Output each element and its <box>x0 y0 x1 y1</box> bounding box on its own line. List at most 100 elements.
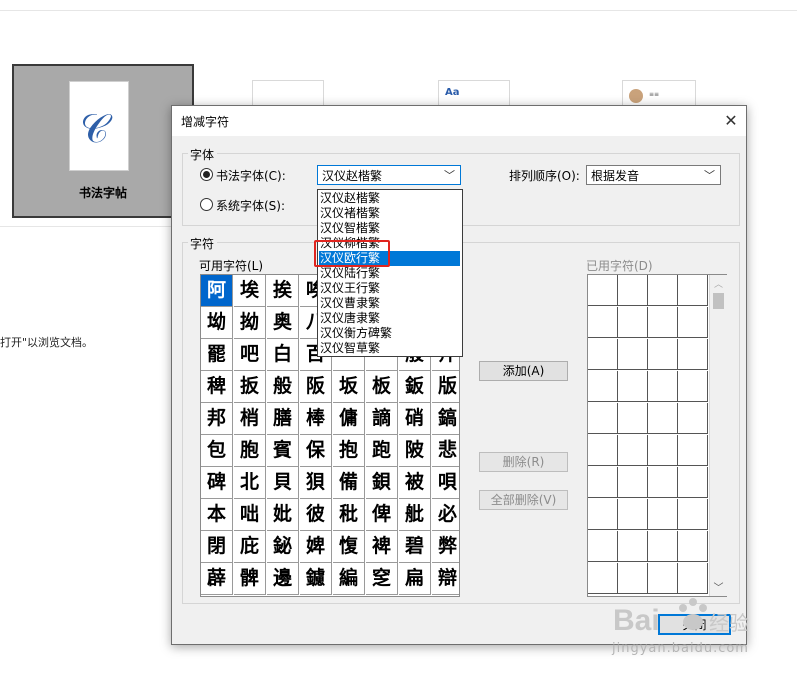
char-cell[interactable]: 跑 <box>366 435 398 467</box>
delete-all-button[interactable]: 全部删除(V) <box>479 490 568 510</box>
char-cell[interactable]: 狽 <box>300 467 332 499</box>
used-char-cell[interactable] <box>648 435 678 466</box>
char-cell[interactable]: 薜 <box>201 563 233 595</box>
used-char-cell[interactable] <box>618 435 648 466</box>
char-cell[interactable]: 扳 <box>234 371 266 403</box>
char-cell[interactable]: 保 <box>300 435 332 467</box>
char-cell[interactable]: 辯 <box>432 563 459 595</box>
used-char-cell[interactable] <box>678 307 708 338</box>
template-thumbnail[interactable]: Aa <box>438 80 510 108</box>
char-cell[interactable]: 邊 <box>267 563 299 595</box>
char-cell[interactable]: 包 <box>201 435 233 467</box>
font-option[interactable]: 汉仪智草繁 <box>319 341 460 356</box>
used-char-cell[interactable] <box>678 339 708 370</box>
font-option[interactable]: 汉仪赵楷繁 <box>319 191 460 206</box>
used-chars-scrollbar[interactable]: ︿ ﹀ <box>709 275 727 596</box>
char-cell[interactable]: 庇 <box>234 531 266 563</box>
scroll-up-icon[interactable]: ︿ <box>710 277 727 290</box>
char-cell[interactable]: 舭 <box>399 499 431 531</box>
used-char-cell[interactable] <box>588 403 618 434</box>
used-char-cell[interactable] <box>648 467 678 498</box>
used-char-cell[interactable] <box>648 499 678 530</box>
char-cell[interactable]: 梢 <box>234 403 266 435</box>
char-cell[interactable]: 扁 <box>399 563 431 595</box>
system-font-radio[interactable] <box>200 198 213 211</box>
char-cell[interactable]: 弊 <box>432 531 459 563</box>
char-cell[interactable]: 罷 <box>201 339 233 371</box>
template-calligraphy[interactable]: 𝒞 书法字帖 <box>12 64 194 218</box>
used-char-cell[interactable] <box>618 307 648 338</box>
add-button[interactable]: 添加(A) <box>479 361 568 381</box>
char-cell[interactable]: 裨 <box>366 531 398 563</box>
char-cell[interactable]: 妣 <box>267 499 299 531</box>
used-char-cell[interactable] <box>588 339 618 370</box>
used-char-cell[interactable] <box>678 563 708 594</box>
char-cell[interactable]: 窆 <box>366 563 398 595</box>
char-cell[interactable]: 碑 <box>201 467 233 499</box>
template-thumbnail[interactable]: ≡≡ <box>622 80 696 108</box>
char-cell[interactable]: 抱 <box>333 435 365 467</box>
char-cell[interactable]: 挨 <box>267 275 299 307</box>
used-char-cell[interactable] <box>678 467 708 498</box>
used-char-cell[interactable] <box>648 403 678 434</box>
used-char-cell[interactable] <box>588 307 618 338</box>
sort-order-select[interactable]: 根据发音 ﹀ <box>586 165 721 185</box>
template-thumbnail[interactable] <box>252 80 324 108</box>
char-cell[interactable]: 被 <box>399 467 431 499</box>
used-char-cell[interactable] <box>678 275 708 306</box>
used-char-cell[interactable] <box>618 275 648 306</box>
used-char-cell[interactable] <box>648 563 678 594</box>
font-option[interactable]: 汉仪唐隶繁 <box>319 311 460 326</box>
char-cell[interactable]: 鈑 <box>399 371 431 403</box>
char-cell[interactable]: 硝 <box>399 403 431 435</box>
scrollbar-thumb[interactable] <box>713 293 724 309</box>
used-char-cell[interactable] <box>588 499 618 530</box>
font-option[interactable]: 汉仪智楷繁 <box>319 221 460 236</box>
char-cell[interactable]: 鑢 <box>300 563 332 595</box>
char-cell[interactable]: 坳 <box>201 307 233 339</box>
used-char-cell[interactable] <box>648 275 678 306</box>
used-char-cell[interactable] <box>678 371 708 402</box>
char-cell[interactable]: 稗 <box>201 371 233 403</box>
used-char-cell[interactable] <box>618 339 648 370</box>
close-icon[interactable]: ✕ <box>720 110 742 132</box>
char-cell[interactable]: 邦 <box>201 403 233 435</box>
font-option[interactable]: 汉仪王行繁 <box>319 281 460 296</box>
used-char-cell[interactable] <box>648 371 678 402</box>
char-cell[interactable]: 拗 <box>234 307 266 339</box>
used-chars-grid[interactable]: ︿ ﹀ <box>587 274 727 597</box>
char-cell[interactable]: 陂 <box>399 435 431 467</box>
used-char-cell[interactable] <box>588 435 618 466</box>
char-cell[interactable]: 婢 <box>300 531 332 563</box>
used-char-cell[interactable] <box>648 307 678 338</box>
used-char-cell[interactable] <box>618 499 648 530</box>
char-cell[interactable]: 謫 <box>366 403 398 435</box>
char-cell[interactable]: 鋇 <box>366 467 398 499</box>
char-cell[interactable]: 咄 <box>234 499 266 531</box>
char-cell[interactable]: 必 <box>432 499 459 531</box>
font-option[interactable]: 汉仪陆行繁 <box>319 266 460 281</box>
font-dropdown-list[interactable]: 汉仪赵楷繁 汉仪褚楷繁 汉仪智楷繁 汉仪柳楷繁 汉仪欧行繁 汉仪陆行繁 汉仪王行繁 汉仪曹隶繁… <box>317 189 463 357</box>
font-option[interactable]: 汉仪曹隶繁 <box>319 296 460 311</box>
char-cell[interactable]: 鉍 <box>267 531 299 563</box>
char-cell[interactable]: 唄 <box>432 467 459 499</box>
char-cell[interactable]: 髀 <box>234 563 266 595</box>
char-cell[interactable]: 俾 <box>366 499 398 531</box>
used-char-cell[interactable] <box>588 371 618 402</box>
char-cell[interactable]: 傭 <box>333 403 365 435</box>
used-char-cell[interactable] <box>618 531 648 562</box>
delete-button[interactable]: 删除(R) <box>479 452 568 472</box>
char-cell[interactable]: 膳 <box>267 403 299 435</box>
used-char-cell[interactable] <box>618 371 648 402</box>
char-cell[interactable]: 秕 <box>333 499 365 531</box>
char-cell[interactable]: 埃 <box>234 275 266 307</box>
used-char-cell[interactable] <box>618 467 648 498</box>
char-cell[interactable]: 愎 <box>333 531 365 563</box>
used-char-cell[interactable] <box>588 467 618 498</box>
char-cell[interactable]: 版 <box>432 371 459 403</box>
char-cell[interactable]: 胞 <box>234 435 266 467</box>
char-cell[interactable]: 賓 <box>267 435 299 467</box>
char-cell[interactable]: 編 <box>333 563 365 595</box>
char-cell[interactable]: 阿 <box>201 275 233 307</box>
used-char-cell[interactable] <box>588 563 618 594</box>
